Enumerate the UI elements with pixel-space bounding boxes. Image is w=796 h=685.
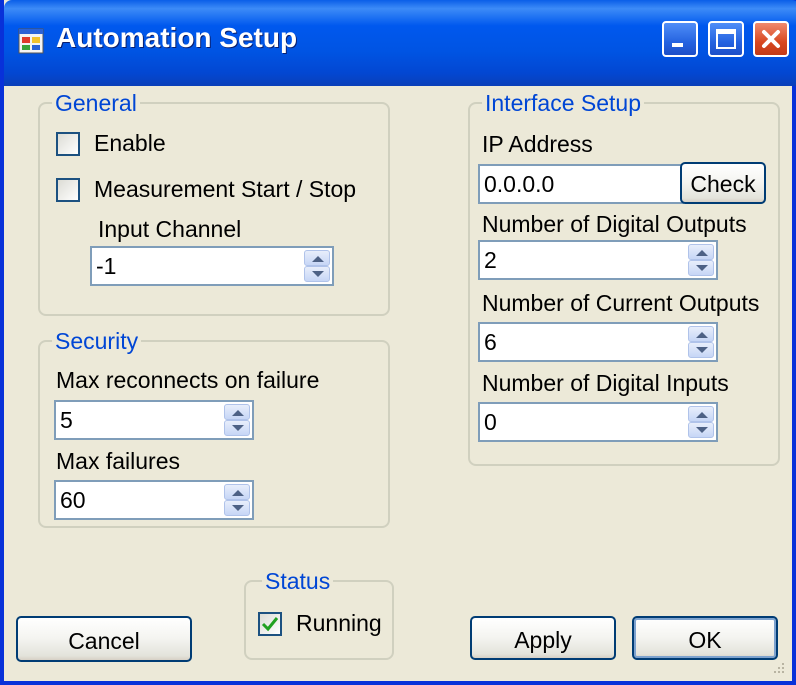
status-legend: Status: [262, 568, 334, 595]
spin-down-button[interactable]: [688, 260, 714, 276]
chevron-up-icon: [232, 410, 244, 416]
chevron-up-icon: [232, 490, 244, 496]
input-channel-value[interactable]: -1: [96, 253, 116, 280]
resize-grip-icon[interactable]: [772, 661, 786, 675]
chevron-down-icon: [232, 425, 244, 431]
spin-up-button[interactable]: [224, 484, 250, 500]
chevron-up-icon: [696, 412, 708, 418]
close-button[interactable]: [753, 21, 789, 57]
spin-buttons[interactable]: [688, 326, 714, 358]
max-failures-spinner[interactable]: 60: [54, 480, 254, 520]
digital-inputs-label: Number of Digital Inputs: [482, 370, 729, 396]
title-bar[interactable]: Automation Setup: [4, 0, 796, 86]
digital-inputs-value[interactable]: 0: [484, 409, 497, 436]
running-label[interactable]: Running: [296, 610, 382, 637]
spin-up-button[interactable]: [688, 244, 714, 260]
measurement-start-stop-checkbox[interactable]: [56, 178, 80, 202]
chevron-down-icon: [232, 505, 244, 511]
digital-outputs-spinner[interactable]: 2: [478, 240, 718, 280]
chevron-up-icon: [696, 332, 708, 338]
enable-label[interactable]: Enable: [94, 130, 166, 157]
cancel-button[interactable]: Cancel: [16, 616, 192, 662]
spin-buttons[interactable]: [304, 250, 330, 282]
automation-setup-window: Automation Setup General Enable Measurem…: [0, 0, 796, 685]
input-channel-label: Input Channel: [98, 216, 242, 242]
check-button[interactable]: Check: [680, 162, 766, 204]
current-outputs-label: Number of Current Outputs: [482, 290, 760, 316]
ok-button-label: OK: [688, 627, 722, 653]
spin-down-button[interactable]: [688, 342, 714, 358]
spin-down-button[interactable]: [304, 266, 330, 282]
close-icon: [762, 30, 780, 48]
running-checkbox[interactable]: [258, 612, 282, 636]
max-reconnects-label: Max reconnects on failure: [56, 367, 320, 393]
digital-outputs-value[interactable]: 2: [484, 247, 497, 274]
maximize-button[interactable]: [708, 21, 744, 57]
check-button-label: Check: [690, 171, 756, 197]
checkmark-icon: [261, 617, 279, 632]
max-reconnects-spinner[interactable]: 5: [54, 400, 254, 440]
security-legend: Security: [52, 328, 142, 355]
spin-buttons[interactable]: [224, 484, 250, 516]
interface-setup-legend: Interface Setup: [482, 90, 644, 117]
chevron-up-icon: [696, 250, 708, 256]
ok-button[interactable]: OK: [632, 616, 778, 660]
input-channel-spinner[interactable]: -1: [90, 246, 334, 286]
window-title: Automation Setup: [56, 22, 298, 53]
chevron-down-icon: [312, 271, 324, 277]
ip-address-label: IP Address: [482, 131, 593, 157]
spin-up-button[interactable]: [224, 404, 250, 420]
spin-buttons[interactable]: [688, 406, 714, 438]
max-reconnects-value[interactable]: 5: [60, 407, 73, 434]
digital-inputs-spinner[interactable]: 0: [478, 402, 718, 442]
digital-outputs-label: Number of Digital Outputs: [482, 211, 747, 237]
general-legend: General: [52, 90, 140, 117]
max-failures-value[interactable]: 60: [60, 487, 86, 514]
apply-button-label: Apply: [514, 627, 572, 653]
spin-down-button[interactable]: [224, 500, 250, 516]
spin-up-button[interactable]: [304, 250, 330, 266]
ip-address-value[interactable]: 0.0.0.0: [484, 171, 554, 198]
spin-buttons[interactable]: [688, 244, 714, 276]
minimize-button[interactable]: [662, 21, 698, 57]
current-outputs-spinner[interactable]: 6: [478, 322, 718, 362]
spin-down-button[interactable]: [688, 422, 714, 438]
enable-checkbox[interactable]: [56, 132, 80, 156]
cancel-button-label: Cancel: [68, 628, 140, 654]
measurement-start-stop-label[interactable]: Measurement Start / Stop: [94, 176, 356, 203]
spin-up-button[interactable]: [688, 406, 714, 422]
chevron-up-icon: [312, 256, 324, 262]
chevron-down-icon: [696, 347, 708, 353]
chevron-down-icon: [696, 427, 708, 433]
current-outputs-value[interactable]: 6: [484, 329, 497, 356]
app-window-icon: [18, 28, 44, 54]
ip-address-input[interactable]: 0.0.0.0: [478, 164, 684, 204]
apply-button[interactable]: Apply: [470, 616, 616, 660]
maximize-icon: [716, 29, 736, 49]
spin-down-button[interactable]: [224, 420, 250, 436]
chevron-down-icon: [696, 265, 708, 271]
spin-buttons[interactable]: [224, 404, 250, 436]
minimize-icon: [672, 43, 683, 47]
max-failures-label: Max failures: [56, 448, 180, 474]
spin-up-button[interactable]: [688, 326, 714, 342]
